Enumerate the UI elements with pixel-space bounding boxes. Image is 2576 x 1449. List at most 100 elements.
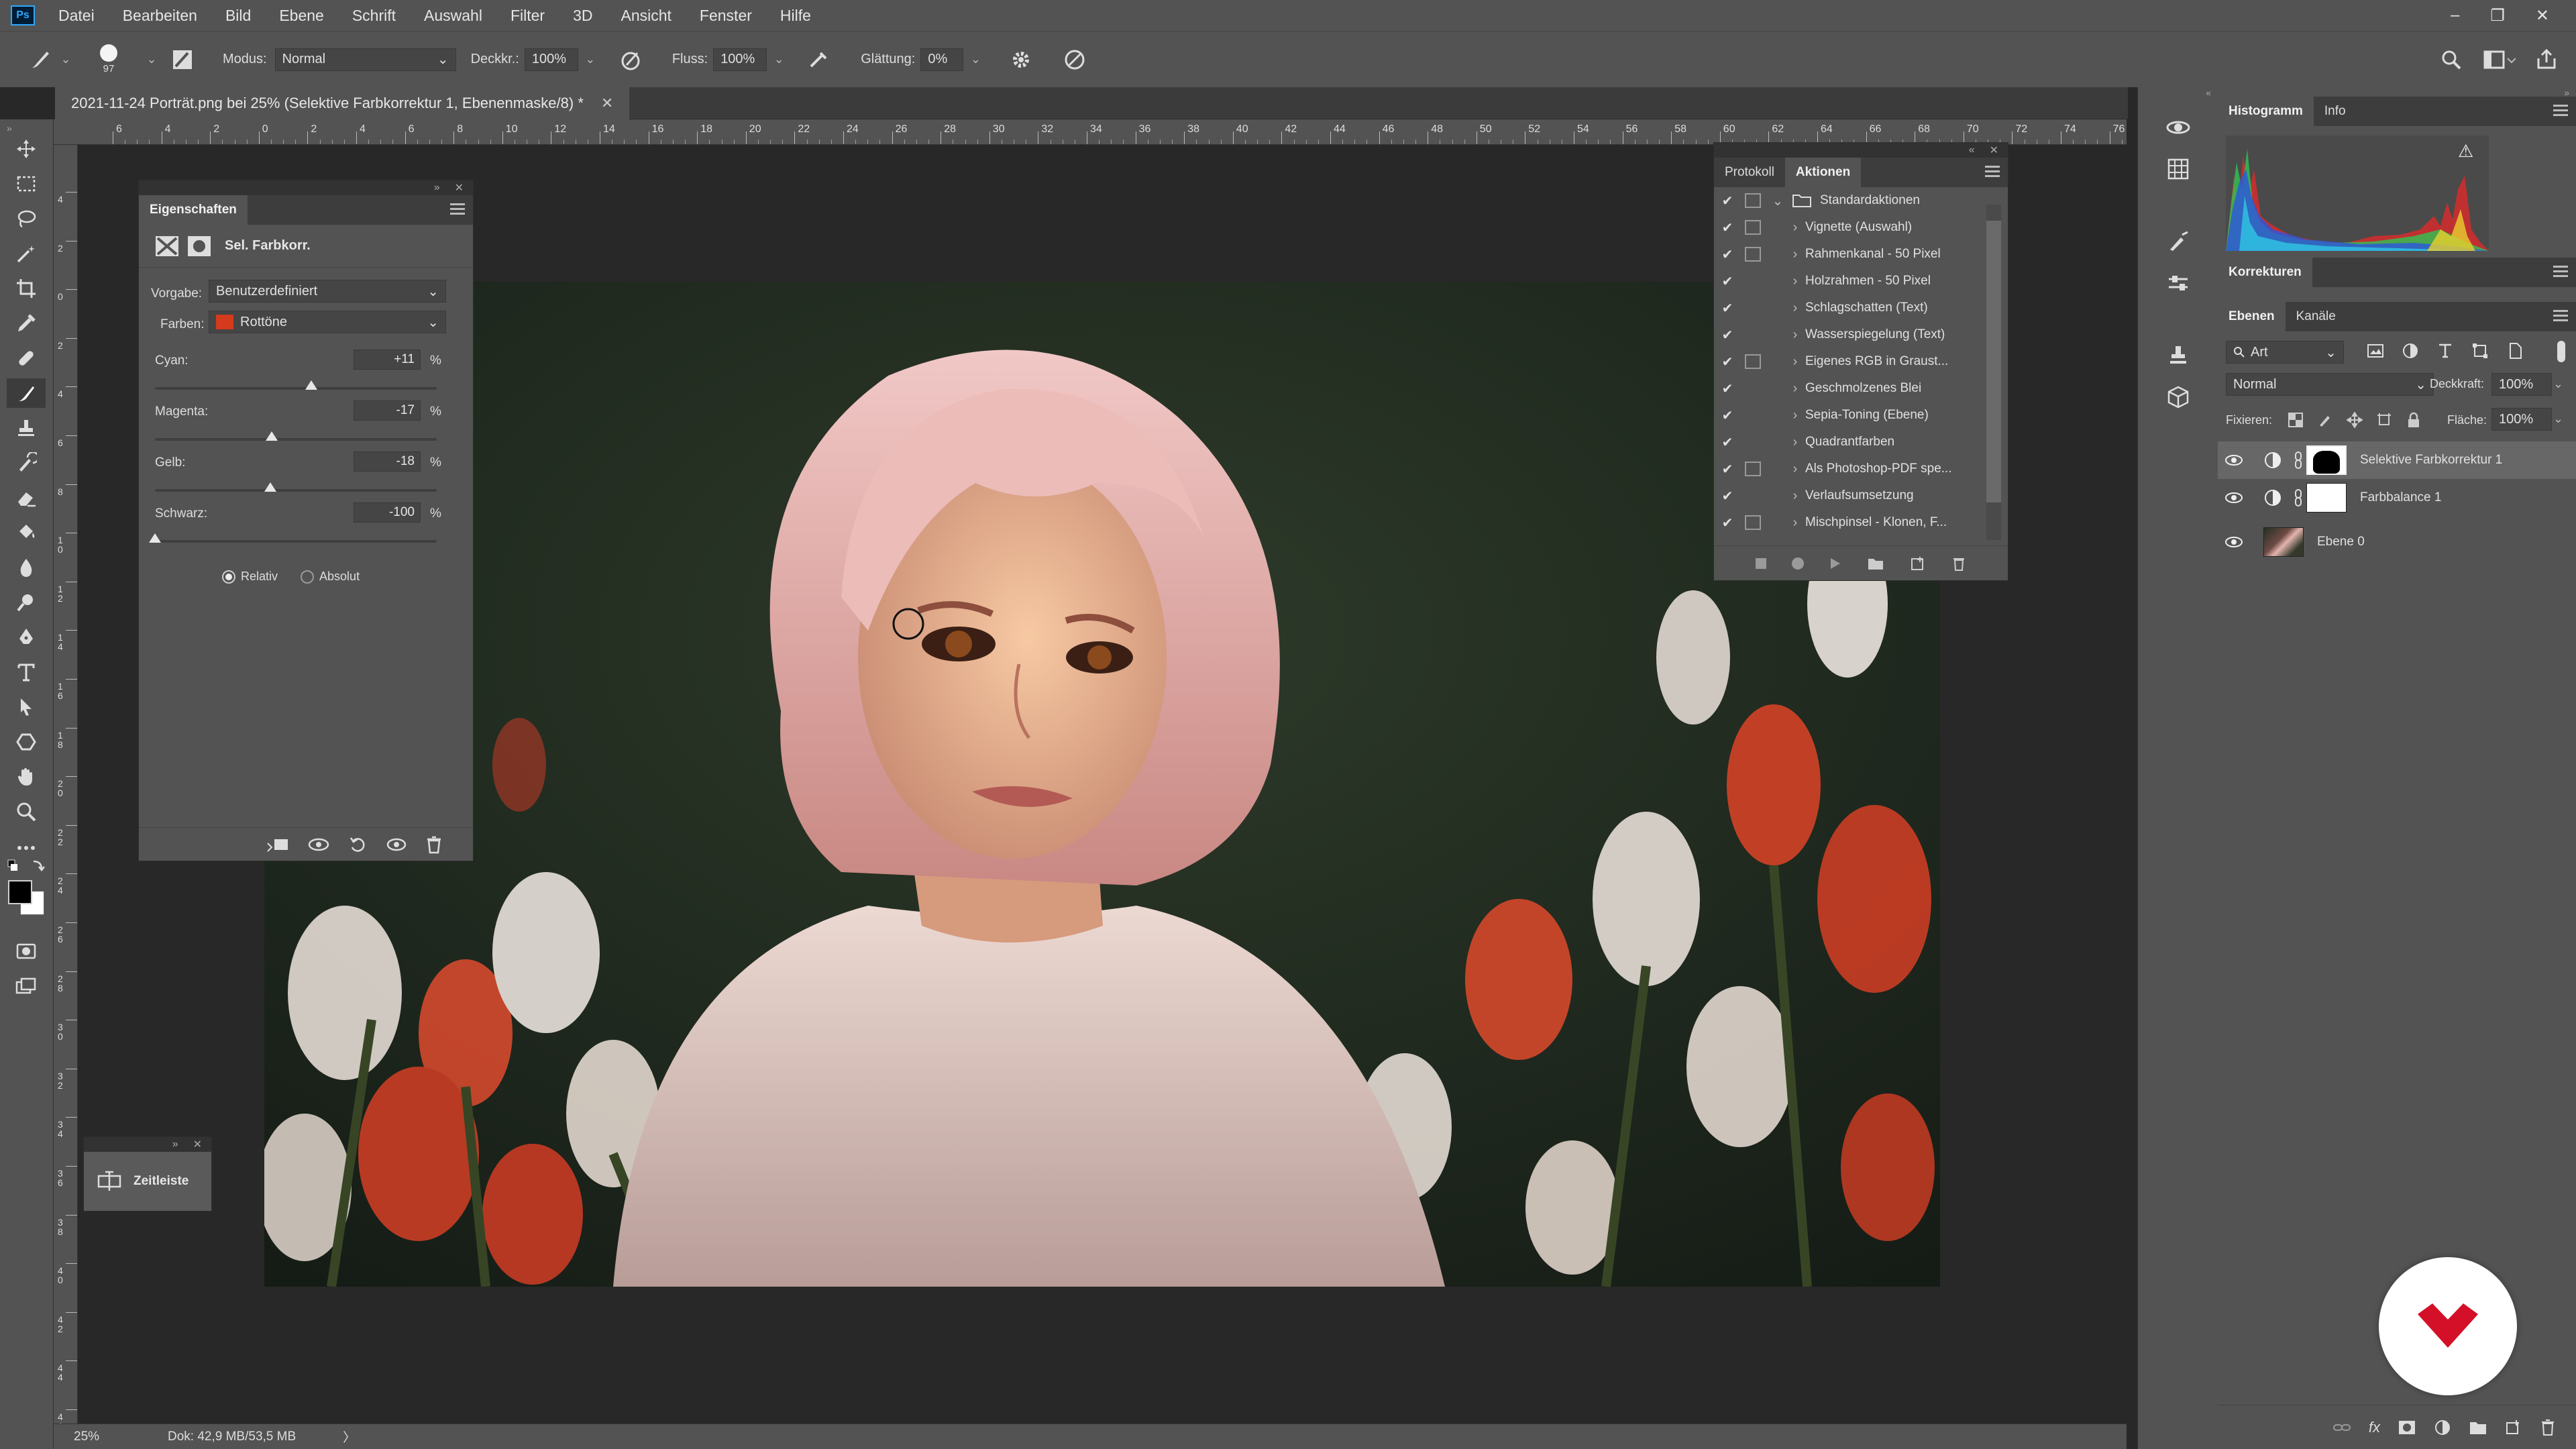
menu-bearbeiten[interactable]: Bearbeiten	[109, 7, 211, 25]
action-item[interactable]: ✔ › Geschmolzenes Blei	[1714, 375, 1989, 402]
opacity-field[interactable]: 100%	[524, 48, 578, 71]
marquee-tool[interactable]	[7, 169, 46, 199]
menu-bild[interactable]: Bild	[211, 7, 265, 25]
play-icon[interactable]	[1829, 557, 1841, 570]
flow-field[interactable]: 100%	[713, 48, 767, 71]
share-icon[interactable]	[2534, 48, 2559, 72]
lock-all-icon[interactable]	[2406, 412, 2422, 428]
action-item[interactable]: ✔ › Sepia-Toning (Ebene)	[1714, 402, 1989, 429]
chevron-down-icon[interactable]: ⌄	[767, 48, 791, 71]
close-panel-icon[interactable]: ✕	[1990, 144, 1998, 157]
layer-mask-thumbnail[interactable]	[2306, 445, 2347, 475]
healing-brush-tool[interactable]	[7, 343, 46, 373]
dialog-toggle-icon[interactable]	[1745, 327, 1761, 342]
quick-mask-button[interactable]	[7, 936, 46, 966]
adjustments-sliders-icon[interactable]	[2166, 271, 2190, 295]
menu-3d[interactable]: 3D	[559, 7, 606, 25]
check-icon[interactable]: ✔	[1714, 300, 1741, 317]
pen-tool[interactable]	[7, 623, 46, 652]
eyedropper-tool[interactable]	[7, 309, 46, 338]
dialog-toggle-icon[interactable]	[1745, 435, 1761, 449]
preset-select[interactable]: Benutzerdefiniert ⌄	[209, 280, 446, 303]
panel-menu-icon[interactable]	[2553, 105, 2568, 119]
layer-mask-thumbnail[interactable]	[2306, 483, 2347, 513]
action-item[interactable]: ✔ ⌄ Standardaktionen	[1714, 187, 1989, 214]
add-mask-icon[interactable]	[2398, 1419, 2416, 1436]
pressure-size-button[interactable]	[1061, 46, 1088, 73]
layer-thumbnail[interactable]	[2263, 527, 2304, 557]
gelb-slider-track[interactable]	[155, 489, 437, 492]
tab-histogramm[interactable]: Histogramm	[2218, 97, 2314, 126]
visibility-eye-icon[interactable]	[2218, 492, 2250, 504]
brush-settings-icon[interactable]	[2166, 229, 2190, 254]
zoom-tool[interactable]	[7, 797, 46, 826]
layer-row-selective-color[interactable]: Selektive Farbkorrektur 1	[2218, 441, 2576, 479]
magic-wand-tool[interactable]	[7, 239, 46, 268]
tab-ebenen[interactable]: Ebenen	[2218, 302, 2286, 331]
trash-icon[interactable]	[2540, 1419, 2556, 1436]
dialog-toggle-icon[interactable]	[1745, 301, 1761, 315]
action-item[interactable]: ✔ › Eigenes RGB in Graust...	[1714, 348, 1989, 375]
collapse-toolbar-icon[interactable]: »	[7, 123, 46, 133]
relative-radio[interactable]	[222, 570, 235, 584]
adjustments-title[interactable]: Korrekturen	[2218, 258, 2312, 287]
chevron-right-icon[interactable]: ›	[1785, 247, 1805, 262]
menu-schrift[interactable]: Schrift	[338, 7, 410, 25]
foreground-color-swatch[interactable]	[8, 880, 32, 904]
check-icon[interactable]: ✔	[1714, 246, 1741, 263]
blend-mode-select[interactable]: Normal ⌄	[2226, 373, 2434, 396]
action-item[interactable]: ✔ › Verlaufsumsetzung	[1714, 482, 1989, 509]
chevron-down-icon[interactable]: ⌄	[1768, 193, 1788, 209]
status-menu-arrow[interactable]: 〉	[343, 1428, 356, 1446]
paint-bucket-tool[interactable]	[7, 518, 46, 547]
filter-smart-object-icon[interactable]	[2506, 342, 2524, 360]
schwarz-value-field[interactable]: -100	[354, 502, 421, 523]
cyan-value-field[interactable]: +11	[354, 350, 421, 370]
path-selection-tool[interactable]	[7, 692, 46, 722]
action-item[interactable]: ✔ › Holzrahmen - 50 Pixel	[1714, 268, 1989, 294]
chevron-right-icon[interactable]: ›	[1785, 274, 1805, 289]
chevron-right-icon[interactable]: ›	[1785, 435, 1805, 450]
action-item[interactable]: ✔ › Rahmenkanal - 50 Pixel	[1714, 241, 1989, 268]
chevron-right-icon[interactable]: ›	[1785, 515, 1805, 531]
chevron-right-icon[interactable]: ›	[1785, 301, 1805, 316]
panel-menu-icon[interactable]	[2553, 266, 2568, 280]
magenta-slider-thumb[interactable]	[266, 431, 278, 441]
brush-tool-preset[interactable]: ⌄	[27, 46, 78, 73]
dialog-toggle-icon[interactable]	[1745, 274, 1761, 288]
restore-button[interactable]: ❐	[2490, 6, 2505, 25]
lock-transparency-icon[interactable]	[2288, 412, 2304, 428]
tab-info[interactable]: Info	[2314, 97, 2357, 126]
tab-aktionen[interactable]: Aktionen	[1784, 158, 1862, 187]
record-icon[interactable]	[1792, 557, 1804, 570]
lasso-tool[interactable]	[7, 204, 46, 233]
menu-filter[interactable]: Filter	[496, 7, 559, 25]
link-layers-icon[interactable]	[2332, 1419, 2351, 1436]
chevron-down-icon[interactable]: ⌄	[2553, 377, 2563, 391]
schwarz-slider-thumb[interactable]	[149, 533, 161, 543]
layer-row-color-balance[interactable]: Farbbalance 1	[2218, 479, 2576, 517]
chevron-right-icon[interactable]: ›	[1785, 488, 1805, 504]
gelb-value-field[interactable]: -18	[354, 451, 421, 472]
3d-panel-icon[interactable]	[2165, 115, 2192, 140]
check-icon[interactable]: ✔	[1714, 327, 1741, 343]
check-icon[interactable]: ✔	[1714, 219, 1741, 236]
shape-tool[interactable]	[7, 727, 46, 757]
trash-icon[interactable]	[425, 835, 443, 854]
absolute-radio[interactable]	[301, 570, 315, 584]
cube-icon[interactable]	[2166, 385, 2190, 409]
chevron-down-icon[interactable]: ⌄	[140, 48, 164, 71]
dialog-toggle-icon[interactable]	[1745, 515, 1761, 530]
action-item[interactable]: ✔ › Als Photoshop-PDF spe...	[1714, 455, 1989, 482]
layer-mask-icon[interactable]	[187, 235, 211, 257]
actions-scrollbar[interactable]	[1986, 205, 2001, 540]
dialog-toggle-icon[interactable]	[1745, 354, 1761, 369]
collapse-panel-icon[interactable]: »	[434, 182, 440, 194]
menu-hilfe[interactable]: Hilfe	[766, 7, 825, 25]
tab-kanaele[interactable]: Kanäle	[2286, 302, 2347, 331]
filter-pixel-icon[interactable]	[2367, 342, 2384, 360]
clip-to-layer-icon[interactable]	[265, 835, 289, 854]
pressure-opacity-button[interactable]	[617, 46, 644, 73]
close-panel-icon[interactable]: ✕	[455, 181, 464, 195]
default-colors-icon[interactable]	[7, 859, 47, 879]
